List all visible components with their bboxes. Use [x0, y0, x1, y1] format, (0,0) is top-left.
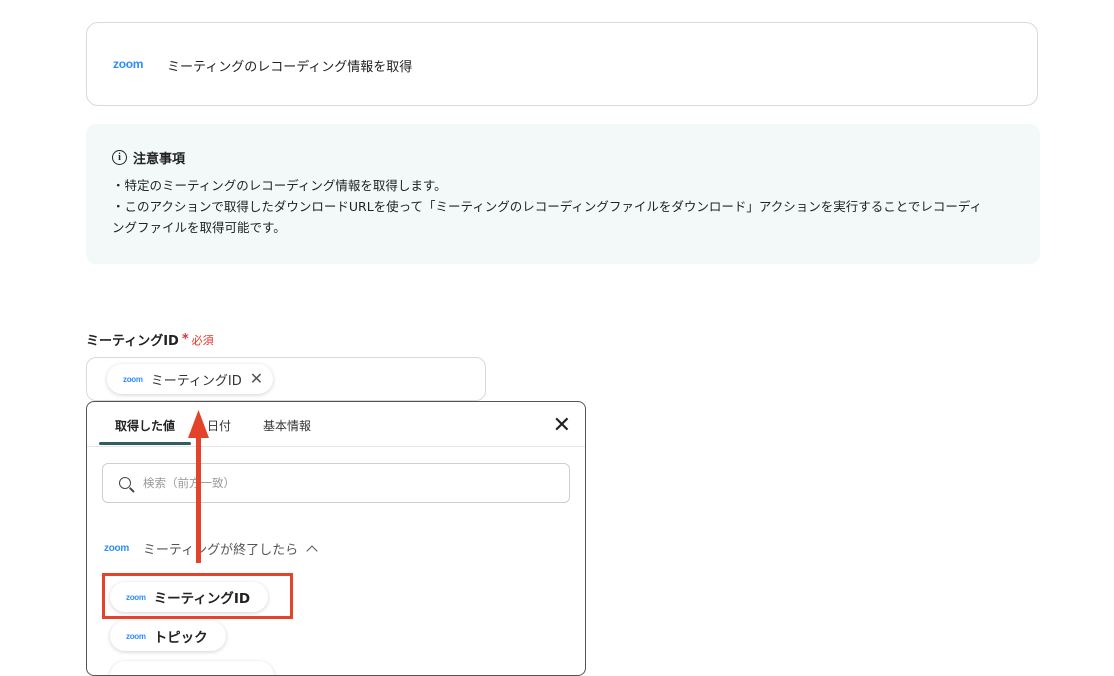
meeting-id-field[interactable]: zoom ミーティングID ✕	[86, 357, 486, 401]
search-box[interactable]	[102, 463, 570, 503]
group-label: ミーティングが終了したら	[142, 543, 299, 558]
field-label-text: ミーティングID	[86, 334, 179, 349]
group-header[interactable]: zoom ミーティングが終了したら	[104, 539, 318, 558]
value-chip[interactable]: zoom ミーティングID ✕	[107, 364, 274, 394]
notice-line: ・特定のミーティングのレコーディング情報を取得します。	[112, 178, 447, 193]
required-text: 必須	[191, 333, 214, 347]
field-label: ミーティングID * 必須	[86, 330, 214, 349]
tab-date[interactable]: 日付	[207, 417, 231, 434]
notice-line: ングファイルを取得可能です。	[112, 220, 286, 235]
tab-bar: 取得した値 日付 基本情報 ✕	[87, 402, 585, 447]
close-icon[interactable]: ✕	[553, 415, 571, 437]
zoom-logo: zoom	[104, 543, 129, 554]
notice-header: i 注意事項	[112, 148, 1014, 167]
action-card[interactable]: zoom ミーティングのレコーディング情報を取得	[86, 22, 1038, 106]
required-mark: *	[181, 332, 189, 347]
highlight-box	[102, 573, 293, 619]
info-icon: i	[112, 150, 127, 165]
active-tab-indicator	[99, 442, 191, 445]
action-title: ミーティングのレコーディング情報を取得	[167, 60, 413, 75]
zoom-logo: zoom	[123, 374, 143, 384]
list-item[interactable]	[110, 661, 274, 675]
list-item-label: トピック	[153, 630, 208, 646]
tab-basic-info[interactable]: 基本情報	[263, 417, 311, 434]
search-input[interactable]	[141, 475, 525, 491]
chevron-up-icon[interactable]	[306, 544, 318, 557]
chip-label: ミーティングID	[150, 373, 242, 389]
notice-box: i 注意事項 ・特定のミーティングのレコーディング情報を取得します。 ・このアク…	[86, 124, 1040, 264]
close-icon[interactable]: ✕	[250, 371, 263, 387]
zoom-logo: zoom	[113, 57, 144, 71]
search-icon	[119, 477, 131, 489]
list-item-topic[interactable]: zoom トピック	[110, 621, 226, 651]
tab-fetched-values[interactable]: 取得した値	[115, 417, 175, 434]
value-picker-dropdown: 取得した値 日付 基本情報 ✕ zoom ミーティングが終了したら zoom ミ…	[86, 401, 586, 676]
notice-title: 注意事項	[133, 152, 186, 167]
notice-line: ・このアクションで取得したダウンロードURLを使って「ミーティングのレコーディン…	[112, 199, 983, 214]
zoom-logo: zoom	[126, 631, 146, 641]
